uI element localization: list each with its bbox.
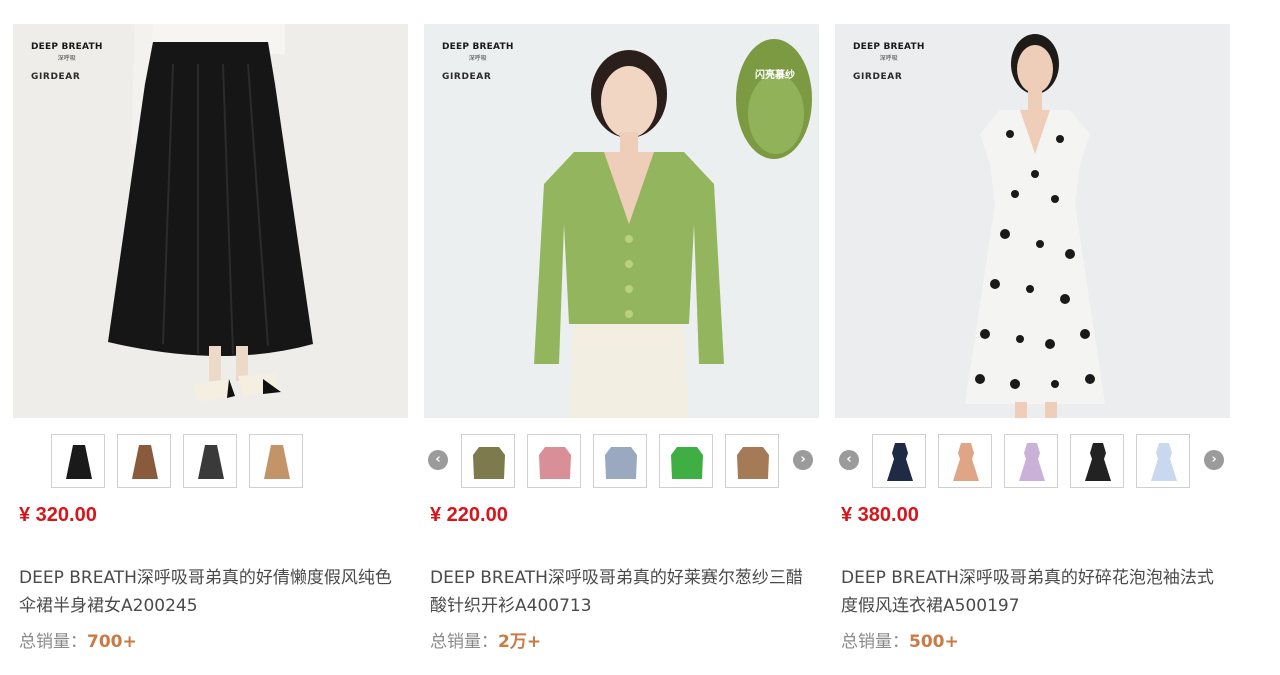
cardigan-model-photo — [424, 24, 819, 418]
cardigan-icon — [605, 447, 637, 479]
skirt-icon — [132, 445, 158, 479]
product-image[interactable]: DEEP BREATH 深呼吸 GIRDEAR — [835, 24, 1230, 418]
brand-subname: 深呼吸 — [57, 55, 76, 62]
swatch-thumb[interactable] — [249, 434, 303, 488]
chevron-left-icon[interactable]: ‹ — [428, 450, 448, 470]
product-price: ¥ 320.00 — [19, 504, 97, 526]
skirt-icon — [198, 445, 224, 479]
product-title-link[interactable]: DEEP BREATH深呼吸哥弟真的好莱赛尔葱纱三醋酸针织开衫A400713 — [430, 564, 810, 620]
swatch-thumb[interactable] — [872, 434, 926, 488]
skirt-model-photo — [13, 24, 408, 418]
chevron-right-icon[interactable]: › — [1204, 450, 1224, 470]
product-image[interactable]: DEEP BREATH 深呼吸 GIRDEAR — [13, 24, 408, 418]
swatch-thumb[interactable] — [51, 434, 105, 488]
dress-icon — [1019, 443, 1045, 481]
swatch-thumb[interactable] — [725, 434, 779, 488]
product-price: ¥ 380.00 — [841, 504, 919, 526]
cardigan-icon — [473, 447, 505, 479]
brand-name: DEEP BREATH — [853, 42, 925, 52]
brand-subname: 深呼吸 — [468, 55, 487, 62]
cardigan-icon — [737, 447, 769, 479]
fabric-badge: 闪亮慕纱 — [755, 70, 795, 81]
chevron-right-icon[interactable]: › — [793, 450, 813, 470]
sales-label: 总销量： — [19, 632, 87, 652]
brand-logo: DEEP BREATH 深呼吸 GIRDEAR — [31, 42, 103, 82]
dress-model-photo — [835, 24, 1230, 418]
cardigan-icon — [671, 447, 703, 479]
swatch-thumb[interactable] — [1070, 434, 1124, 488]
swatch-thumb[interactable] — [593, 434, 647, 488]
swatch-thumb[interactable] — [461, 434, 515, 488]
chevron-left-icon[interactable]: ‹ — [839, 450, 859, 470]
brand-girdear: GIRDEAR — [442, 72, 492, 82]
sales-count: 总销量：500+ — [841, 627, 959, 652]
brand-girdear: GIRDEAR — [853, 72, 903, 82]
dress-icon — [1151, 443, 1177, 481]
swatch-thumb[interactable] — [1136, 434, 1190, 488]
product-card[interactable]: DEEP BREATH 深呼吸 GIRDEAR ‹ › ¥ 380.00 DEE… — [835, 24, 1230, 664]
product-card[interactable]: DEEP BREATH 深呼吸 GIRDEAR 闪亮慕纱 ‹ › ¥ 220.0… — [424, 24, 819, 664]
product-card[interactable]: DEEP BREATH 深呼吸 GIRDEAR ¥ 320.00 DEEP BR… — [13, 24, 408, 664]
brand-girdear: GIRDEAR — [31, 72, 81, 82]
skirt-icon — [264, 445, 290, 479]
skirt-icon — [66, 445, 92, 479]
dress-icon — [887, 443, 913, 481]
swatch-thumb[interactable] — [1004, 434, 1058, 488]
product-title-link[interactable]: DEEP BREATH深呼吸哥弟真的好碎花泡泡袖法式度假风连衣裙A500197 — [841, 564, 1221, 620]
brand-subname: 深呼吸 — [879, 55, 898, 62]
product-price: ¥ 220.00 — [430, 504, 508, 526]
sales-value: 2万+ — [498, 632, 542, 652]
cardigan-icon — [539, 447, 571, 479]
swatch-thumb[interactable] — [938, 434, 992, 488]
sales-value: 500+ — [909, 632, 959, 652]
product-image[interactable]: DEEP BREATH 深呼吸 GIRDEAR 闪亮慕纱 — [424, 24, 819, 418]
sales-value: 700+ — [87, 632, 137, 652]
brand-name: DEEP BREATH — [442, 42, 514, 52]
sales-label: 总销量： — [430, 632, 498, 652]
brand-logo: DEEP BREATH 深呼吸 GIRDEAR — [442, 42, 514, 82]
product-title-link[interactable]: DEEP BREATH深呼吸哥弟真的好倩懒度假风纯色伞裙半身裙女A200245 — [19, 564, 399, 620]
dress-icon — [953, 443, 979, 481]
swatch-thumb[interactable] — [117, 434, 171, 488]
sales-count: 总销量：2万+ — [430, 627, 541, 652]
sales-label: 总销量： — [841, 632, 909, 652]
swatch-thumb[interactable] — [183, 434, 237, 488]
brand-name: DEEP BREATH — [31, 42, 103, 52]
dress-icon — [1085, 443, 1111, 481]
sales-count: 总销量：700+ — [19, 627, 137, 652]
color-swatches — [13, 432, 408, 490]
swatch-thumb[interactable] — [659, 434, 713, 488]
brand-logo: DEEP BREATH 深呼吸 GIRDEAR — [853, 42, 925, 82]
color-swatches: ‹ › — [424, 432, 819, 490]
swatch-thumb[interactable] — [527, 434, 581, 488]
color-swatches: ‹ › — [835, 432, 1230, 490]
